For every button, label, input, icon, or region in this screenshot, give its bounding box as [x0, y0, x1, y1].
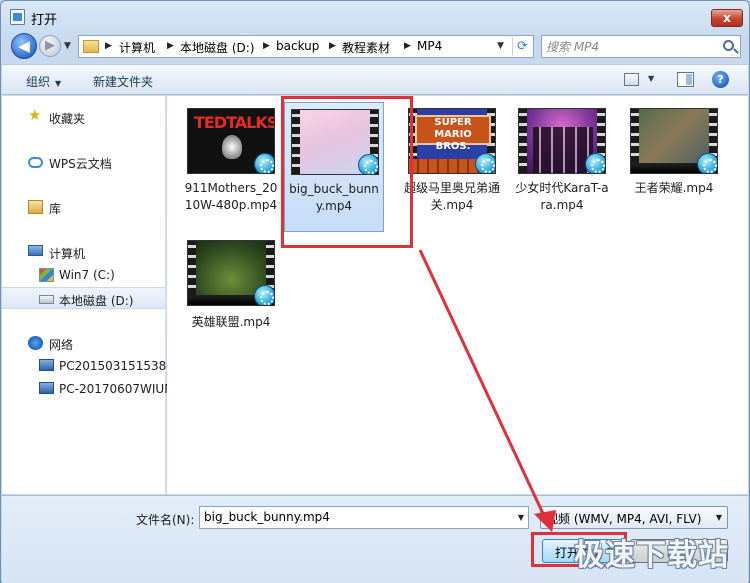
file-item[interactable]: SUPER MARIO BROS. 超级马里奥兄弟通关.mp4: [402, 102, 502, 232]
chevron-down-icon[interactable]: ▼: [518, 513, 524, 522]
stage-performers: [533, 127, 593, 173]
lightbulb-image: [222, 135, 242, 159]
star-icon: ★: [28, 106, 42, 124]
highlight-box: [281, 96, 413, 248]
video-file-icon: [585, 153, 605, 173]
navigation-pane: ★ 收藏夹 WPS云文档 库 计算机 Win7 (C:) 本地磁盘 (D:) 网…: [2, 96, 173, 494]
library-icon: [28, 200, 43, 214]
video-thumbnail: [630, 108, 718, 174]
video-file-icon: [475, 153, 495, 173]
sidebar-item-drive-d[interactable]: 本地磁盘 (D:): [2, 287, 165, 309]
sidebar-item-label: 库: [49, 202, 62, 216]
sidebar-item-label: 收藏夹: [49, 112, 86, 126]
file-item[interactable]: 王者荣耀.mp4: [624, 102, 724, 232]
address-bar[interactable]: ▶ 计算机 ▶ 本地磁盘 (D:) ▶ backup ▶ 教程素材 ▶ MP4 …: [78, 35, 534, 58]
chevron-down-icon: ▼: [715, 513, 722, 522]
breadcrumb-drive-d[interactable]: 本地磁盘 (D:): [180, 39, 254, 56]
filename-value: big_buck_bunny.mp4: [204, 510, 330, 524]
drive-icon: [39, 295, 54, 304]
file-name: 超级马里奥兄弟通关.mp4: [404, 181, 501, 212]
sidebar-item-label: WPS云文档: [49, 157, 112, 171]
file-name: 少女时代KaraT-ara.mp4: [515, 181, 609, 212]
search-input[interactable]: [546, 39, 716, 55]
filename-label: 文件名(N):: [136, 513, 195, 527]
new-folder-button[interactable]: 新建文件夹: [93, 73, 153, 90]
navigation-bar: ◀ ▶ ▼ ▶ 计算机 ▶ 本地磁盘 (D:) ▶ backup ▶ 教程素材 …: [1, 31, 749, 61]
recent-locations-dropdown[interactable]: ▼: [64, 41, 71, 51]
breadcrumb-separator-icon[interactable]: ▶: [404, 41, 411, 51]
sidebar-item-label: 计算机: [49, 247, 86, 261]
file-name: 911Mothers_2010W-480p.mp4: [184, 181, 278, 212]
folder-icon: [83, 40, 99, 53]
file-item[interactable]: 少女时代KaraT-ara.mp4: [512, 102, 612, 232]
sidebar-item-label: PC-20170607WIUN: [59, 382, 174, 396]
address-history-dropdown[interactable]: ▼: [497, 41, 504, 51]
sidebar-item-libraries[interactable]: 库: [2, 196, 165, 218]
video-file-icon: [697, 153, 717, 173]
command-toolbar: 组织 ▼ 新建文件夹 ▼ ?: [2, 64, 748, 95]
window-title: 打开: [31, 13, 58, 28]
video-thumbnail: [518, 108, 606, 174]
video-file-icon: [254, 285, 274, 305]
sidebar-item-pc-1[interactable]: PC201503151538: [2, 355, 167, 377]
sidebar-item-label: PC201503151538: [59, 359, 167, 373]
breadcrumb-separator-icon[interactable]: ▶: [105, 41, 112, 51]
windows-drive-icon: [39, 268, 54, 282]
film-strip: [519, 109, 527, 173]
refresh-icon[interactable]: ⟳: [512, 37, 532, 56]
organize-label: 组织: [26, 75, 51, 89]
sidebar-item-favorites[interactable]: ★ 收藏夹: [2, 106, 165, 128]
video-thumbnail: [187, 240, 275, 306]
cloud-icon: [28, 157, 43, 168]
sidebar-item-label: Win7 (C:): [59, 268, 115, 282]
preview-pane-icon[interactable]: [677, 72, 694, 87]
video-thumbnail: TEDTALKS: [187, 108, 275, 174]
watermark-logo: 极速下载站: [574, 538, 729, 573]
file-list: TEDTALKS 911Mothers_2010W-480p.mp4 big_b…: [167, 96, 748, 494]
sidebar-item-label: 网络: [49, 338, 74, 352]
mario-title-card: SUPER MARIO BROS.: [415, 115, 491, 152]
search-icon[interactable]: [723, 40, 734, 51]
file-name: 英雄联盟.mp4: [191, 315, 271, 329]
file-item[interactable]: TEDTALKS 911Mothers_2010W-480p.mp4: [181, 102, 281, 232]
view-options-dropdown[interactable]: ▼: [648, 74, 654, 83]
help-icon[interactable]: ?: [712, 71, 729, 88]
search-box[interactable]: [541, 35, 741, 58]
breadcrumb-mp4[interactable]: MP4: [417, 39, 442, 53]
ted-logo: TEDTALKS: [194, 113, 275, 132]
sidebar-item-network[interactable]: 网络: [2, 332, 165, 354]
open-file-dialog: 打开 x ◀ ▶ ▼ ▶ 计算机 ▶ 本地磁盘 (D:) ▶ backup ▶ …: [0, 0, 750, 583]
close-button[interactable]: x: [711, 9, 743, 27]
breadcrumb-separator-icon[interactable]: ▶: [167, 41, 174, 51]
breadcrumb-computer[interactable]: 计算机: [119, 39, 155, 56]
breadcrumb-tutorial-assets[interactable]: 教程素材: [342, 39, 390, 56]
change-view-icon[interactable]: [624, 73, 639, 86]
file-name: 王者荣耀.mp4: [634, 181, 714, 195]
breadcrumb-backup[interactable]: backup: [276, 39, 319, 53]
breadcrumb-separator-icon[interactable]: ▶: [329, 41, 336, 51]
pc-icon: [39, 382, 54, 394]
file-type-select[interactable]: 视频 (WMV, MP4, AVI, FLV) ▼: [540, 506, 728, 529]
chevron-down-icon: ▼: [55, 79, 62, 88]
video-file-icon: [254, 153, 274, 173]
computer-icon: [28, 245, 43, 256]
sidebar-item-wps-cloud[interactable]: WPS云文档: [2, 151, 165, 173]
file-item[interactable]: 英雄联盟.mp4: [181, 234, 281, 364]
sidebar-item-computer[interactable]: 计算机: [2, 241, 165, 263]
pc-icon: [39, 359, 54, 371]
forward-button[interactable]: ▶: [39, 35, 61, 57]
sidebar-item-pc-2[interactable]: PC-20170607WIUN: [2, 378, 173, 400]
network-icon: [28, 336, 43, 350]
dialog-app-icon: [10, 9, 25, 25]
sidebar-item-label: 本地磁盘 (D:): [59, 294, 134, 308]
filename-field[interactable]: big_buck_bunny.mp4 ▼: [199, 506, 529, 529]
file-type-value: 视频 (WMV, MP4, AVI, FLV): [546, 512, 702, 526]
breadcrumb-separator-icon[interactable]: ▶: [263, 41, 270, 51]
title-bar: 打开 x: [1, 1, 749, 31]
organize-button[interactable]: 组织 ▼: [26, 73, 61, 90]
sidebar-item-drive-c[interactable]: Win7 (C:): [2, 264, 165, 286]
back-button[interactable]: ◀: [11, 33, 37, 59]
video-thumbnail: SUPER MARIO BROS.: [408, 108, 496, 174]
